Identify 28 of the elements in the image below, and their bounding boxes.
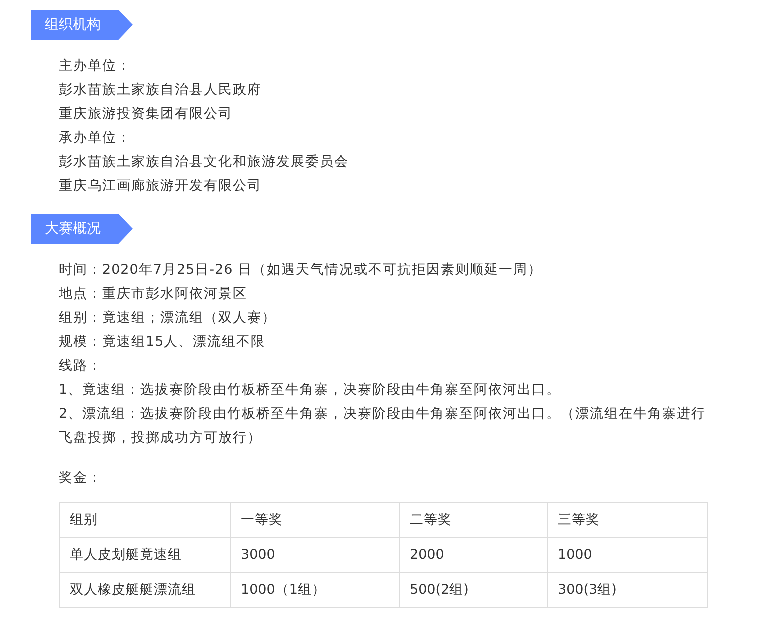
- info-text: 重庆乌江画廊旅游开发有限公司: [59, 177, 263, 196]
- section-tag: 组织机构: [31, 10, 133, 40]
- info-text: 主办单位：: [59, 57, 132, 76]
- info-text: 重庆旅游投资集团有限公司: [59, 105, 234, 124]
- column-header: 一等奖: [230, 502, 400, 538]
- info-text: 彭水苗族土家族自治县人民政府: [59, 81, 263, 100]
- info-text: 1、竟速组：选拔赛阶段由竹板桥至牛角寨，决赛阶段由牛角寨至阿依河出口。: [59, 381, 562, 400]
- info-text: 地点：重庆市彭水阿依河景区: [59, 285, 248, 304]
- table-cell: 300(3组): [548, 572, 708, 608]
- info-text: 2、漂流组：选拔赛阶段由竹板桥至牛角寨，决赛阶段由牛角寨至阿依河出口。（漂流组在牛角寨进行飞盘投掷，投掷成功方可放行）: [59, 405, 708, 448]
- info-text: 彭水苗族土家族自治县文化和旅游发展委员会: [59, 153, 350, 172]
- table-cell: 2000: [400, 538, 548, 572]
- table-cell: 双人橡皮艇艇漂流组: [60, 572, 230, 608]
- column-header: 三等奖: [548, 502, 708, 538]
- table-cell: 单人皮划艇竟速组: [60, 538, 230, 572]
- prize-label: 奖金：: [59, 469, 104, 488]
- table-cell: 1000: [548, 538, 708, 572]
- table-cell: 500(2组): [400, 572, 548, 608]
- table-cell: 3000: [230, 538, 400, 572]
- column-header: 二等奖: [400, 502, 548, 538]
- table-cell: 1000（1组）: [230, 572, 400, 608]
- info-text: 组别：竟速组；漂流组（双人赛）: [59, 309, 278, 328]
- info-text: 承办单位：: [59, 129, 132, 148]
- column-header: 组别: [60, 502, 230, 538]
- section-tag: 大赛概况: [31, 214, 133, 244]
- info-text: 规模：竟速组15人、漂流组不限: [59, 333, 267, 352]
- info-text: 线路：: [59, 357, 104, 376]
- info-text: 时间：2020年7月25日-26 日（如遇天气情况或不可抗拒因素则顺延一周）: [59, 261, 544, 280]
